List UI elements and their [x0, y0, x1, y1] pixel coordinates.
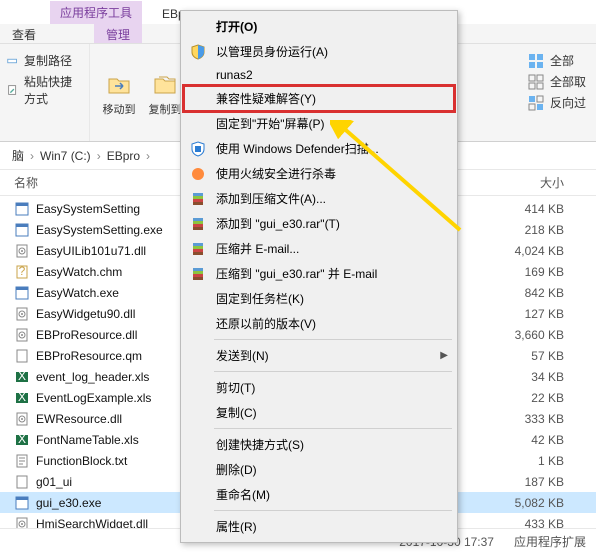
file-size: 842 KB [484, 286, 564, 300]
tab-app-tools[interactable]: 应用程序工具 [50, 1, 142, 24]
cm-cut[interactable]: 剪切(T) [184, 375, 454, 400]
tab-manage[interactable]: 管理 [94, 24, 142, 43]
separator [214, 428, 452, 429]
file-size: 333 KB [484, 412, 564, 426]
select-none-icon [528, 74, 544, 90]
file-type-icon [14, 306, 32, 322]
file-type-icon: ? [14, 264, 32, 280]
file-type-icon: X [14, 432, 32, 448]
file-type-icon [14, 474, 32, 490]
file-size: 42 KB [484, 433, 564, 447]
select-all-button[interactable]: 全部 [528, 50, 586, 71]
file-size: 57 KB [484, 349, 564, 363]
svg-text:X: X [18, 369, 26, 383]
cm-restore-previous[interactable]: 还原以前的版本(V) [184, 311, 454, 336]
paste-shortcut-label: 粘贴快捷方式 [24, 73, 83, 107]
file-type-icon [14, 222, 32, 238]
invert-selection-button[interactable]: 反向过 [528, 92, 586, 113]
chevron-right-icon: › [95, 149, 103, 163]
cm-add-archive[interactable]: 添加到压缩文件(A)... [184, 186, 454, 211]
file-type-icon [14, 495, 32, 511]
invert-icon [528, 95, 544, 111]
move-to-button[interactable]: 移动到 [98, 69, 140, 117]
file-type-icon [14, 348, 32, 364]
breadcrumb-folder[interactable]: EBpro [103, 149, 144, 163]
file-size: 169 KB [484, 265, 564, 279]
context-menu: 打开(O) 以管理员身份运行(A) runas2 兼容性疑难解答(Y) 固定到"… [180, 10, 458, 543]
select-none-button[interactable]: 全部取 [528, 71, 586, 92]
cm-pin-start[interactable]: 固定到"开始"屏幕(P) [184, 111, 454, 136]
file-size: 127 KB [484, 307, 564, 321]
cm-defender-scan[interactable]: 使用 Windows Defender扫描... [184, 136, 454, 161]
copy-path-button[interactable]: 复制路径 [6, 50, 83, 71]
file-size: 4,024 KB [484, 244, 564, 258]
svg-text:X: X [18, 390, 26, 404]
file-size: 34 KB [484, 370, 564, 384]
tab-view[interactable]: 查看 [0, 24, 48, 43]
file-size: 22 KB [484, 391, 564, 405]
select-all-icon [528, 53, 544, 69]
rar-icon [186, 191, 210, 207]
cm-run-as-admin[interactable]: 以管理员身份运行(A) [184, 39, 454, 64]
chevron-right-icon: ▶ [440, 350, 448, 361]
cm-pin-taskbar[interactable]: 固定到任务栏(K) [184, 286, 454, 311]
breadcrumb-drive[interactable]: Win7 (C:) [36, 149, 95, 163]
file-type-icon [14, 411, 32, 427]
separator [214, 371, 452, 372]
cm-send-to[interactable]: 发送到(N)▶ [184, 343, 454, 368]
separator [214, 339, 452, 340]
chevron-right-icon: › [28, 149, 36, 163]
rar-icon [186, 241, 210, 257]
file-type-icon [14, 285, 32, 301]
shortcut-icon [6, 83, 20, 97]
chevron-right-icon: › [144, 149, 152, 163]
defender-icon [186, 141, 210, 157]
cm-properties[interactable]: 属性(R) [184, 514, 454, 539]
file-type-icon: X [14, 369, 32, 385]
file-size: 3,660 KB [484, 328, 564, 342]
select-all-label: 全部 [550, 52, 574, 69]
file-type-icon: X [14, 390, 32, 406]
file-type-icon [14, 201, 32, 217]
move-to-label: 移动到 [98, 101, 140, 117]
separator [214, 510, 452, 511]
file-type-icon [14, 327, 32, 343]
svg-text:?: ? [19, 264, 26, 278]
cm-copy[interactable]: 复制(C) [184, 400, 454, 425]
cm-compat-troubleshoot[interactable]: 兼容性疑难解答(Y) [184, 86, 454, 111]
status-type: 应用程序扩展 [514, 533, 586, 550]
move-to-icon [98, 69, 140, 101]
rar-icon [186, 266, 210, 282]
file-size: 414 KB [484, 202, 564, 216]
file-size: 218 KB [484, 223, 564, 237]
select-none-label: 全部取 [550, 73, 586, 90]
cm-add-rar[interactable]: 添加到 "gui_e30.rar"(T) [184, 211, 454, 236]
file-type-icon [14, 243, 32, 259]
file-type-icon [14, 453, 32, 469]
path-icon [6, 54, 20, 68]
cm-create-shortcut[interactable]: 创建快捷方式(S) [184, 432, 454, 457]
cm-compress-rar-email[interactable]: 压缩到 "gui_e30.rar" 并 E-mail [184, 261, 454, 286]
file-size: 5,082 KB [484, 496, 564, 510]
breadcrumb-pc[interactable]: 脑 [8, 147, 28, 164]
svg-text:X: X [18, 432, 26, 446]
cm-huorong-scan[interactable]: 使用火绒安全进行杀毒 [184, 161, 454, 186]
copy-path-label: 复制路径 [24, 52, 72, 69]
paste-shortcut-button[interactable]: 粘贴快捷方式 [6, 71, 83, 109]
col-size[interactable]: 大小 [484, 174, 564, 191]
cm-rename[interactable]: 重命名(M) [184, 482, 454, 507]
file-size: 187 KB [484, 475, 564, 489]
invert-label: 反向过 [550, 94, 586, 111]
huorong-icon [186, 166, 210, 182]
file-size: 1 KB [484, 454, 564, 468]
cm-open[interactable]: 打开(O) [184, 14, 454, 39]
cm-compress-email[interactable]: 压缩并 E-mail... [184, 236, 454, 261]
cm-delete[interactable]: 删除(D) [184, 457, 454, 482]
rar-icon [186, 216, 210, 232]
cm-runas2[interactable]: runas2 [184, 64, 454, 86]
shield-icon [186, 44, 210, 60]
